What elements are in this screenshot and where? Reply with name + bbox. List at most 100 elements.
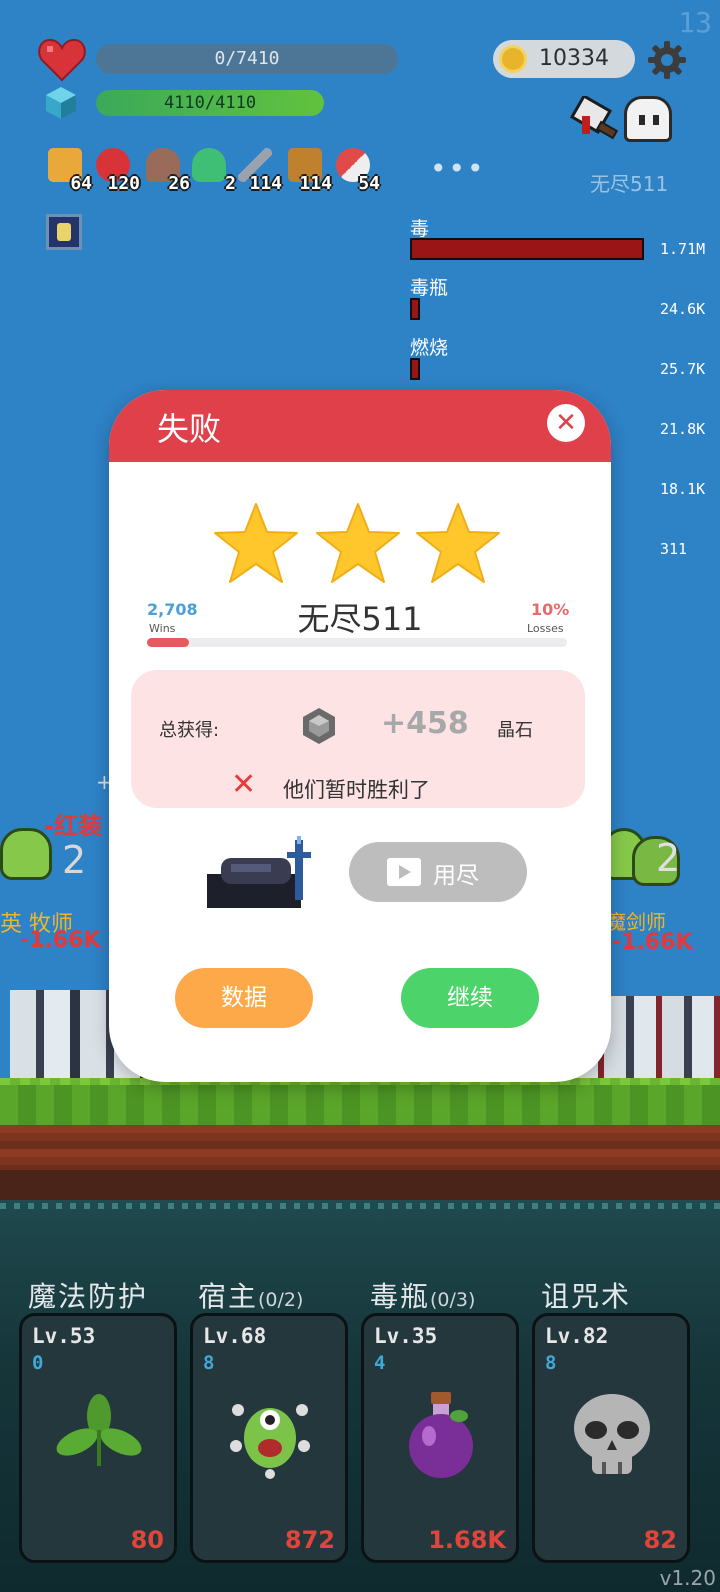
- floating-damage: -1.66K: [20, 928, 101, 953]
- version-label: v1.20: [659, 1566, 716, 1590]
- potion-flask-icon: [192, 148, 226, 182]
- skill-level: Lv.82: [545, 1324, 609, 1348]
- skill-cost: 1.68K: [428, 1526, 506, 1554]
- item-count: 64: [70, 173, 92, 194]
- damage-label: 毒: [410, 218, 430, 240]
- mana-crystal-icon: [46, 87, 76, 119]
- skill-card-curse[interactable]: Lv.82 8 82: [532, 1313, 690, 1563]
- continue-button[interactable]: 继续: [401, 968, 539, 1028]
- skill-name: 诅咒术: [541, 1280, 632, 1313]
- damage-value: 25.7K: [660, 360, 706, 378]
- skill-card-host[interactable]: Lv.68 8 872: [190, 1313, 348, 1563]
- damage-bar: [410, 298, 420, 320]
- item-count: 26: [168, 173, 190, 194]
- inventory-item[interactable]: 64: [46, 148, 92, 194]
- skill-cost: 872: [284, 1526, 335, 1554]
- item-count: 114: [249, 173, 282, 194]
- dialog-header: 失败 ✕: [109, 390, 611, 462]
- inventory-item[interactable]: 114: [236, 148, 282, 194]
- skill-cost: 82: [643, 1526, 677, 1554]
- damage-label: 燃烧: [410, 337, 449, 359]
- hp-text: 0/7410: [214, 48, 280, 69]
- skill-count: 8: [203, 1352, 215, 1374]
- floating-damage: -红装: [44, 812, 102, 840]
- defeat-dialog: 失败 ✕ 2,708 Wins 无尽511 10% Losses 总获得: +4…: [109, 390, 611, 1082]
- losses-label: Losses: [527, 622, 564, 635]
- hp-bar: 0/7410: [96, 44, 398, 74]
- damage-bar: [410, 238, 644, 260]
- skull-icon: [574, 1394, 650, 1474]
- reward-amount: +458: [381, 706, 469, 741]
- settings-gear-icon[interactable]: [647, 40, 687, 80]
- item-count: 120: [107, 173, 140, 194]
- leaf-sprout-icon: [56, 1394, 142, 1466]
- star-icon: [316, 503, 400, 583]
- water-edge: [0, 1203, 720, 1209]
- star-rating: [213, 502, 503, 584]
- stage-label: 无尽511: [590, 172, 669, 196]
- skill-cost: 80: [130, 1526, 164, 1554]
- skill-count: 4: [374, 1352, 386, 1374]
- item-count: 54: [358, 173, 380, 194]
- green-skull-icon: [0, 828, 52, 880]
- corner-counter: 13: [678, 6, 712, 39]
- win-loss-progress: [147, 638, 567, 647]
- skill-count: 8: [545, 1352, 557, 1374]
- inventory-item[interactable]: 54: [334, 148, 380, 194]
- damage-value: 21.8K: [660, 420, 706, 438]
- fail-x-icon: ✕: [231, 767, 257, 802]
- skill-card-poison-bottle[interactable]: Lv.35 4 1.68K: [361, 1313, 519, 1563]
- damage-value: 18.1K: [660, 480, 706, 498]
- mana-text: 4110/4110: [163, 93, 257, 113]
- close-button[interactable]: ✕: [547, 404, 585, 442]
- grass-ground: [0, 1085, 720, 1125]
- skill-level: Lv.35: [374, 1324, 438, 1348]
- star-icon: [214, 503, 298, 583]
- inventory-bar: 64 120 26 2 114 114 54: [46, 148, 386, 194]
- video-film-icon: [387, 858, 421, 886]
- crystal-gem-icon: [303, 708, 335, 744]
- inventory-item[interactable]: 114: [286, 148, 332, 194]
- mana-bar: 4110/4110: [96, 90, 324, 116]
- star-icon: [416, 503, 500, 583]
- shadow-beast-with-sword-icon: [207, 836, 311, 908]
- gold-amount: 10334: [539, 46, 609, 71]
- gold-coin-icon: [499, 45, 527, 73]
- gold-counter: 10334: [493, 40, 635, 78]
- damage-bar: [410, 358, 420, 380]
- losses-percent: 10%: [531, 600, 570, 619]
- damage-label: 毒瓶: [410, 277, 449, 299]
- skill-card-magic-shield[interactable]: Lv.53 0 80: [19, 1313, 177, 1563]
- enemy-count: 2: [656, 836, 681, 880]
- reward-panel: 总获得: +458 晶石 ✕ 他们暂时胜利了: [131, 670, 585, 808]
- dialog-title: 失败: [157, 410, 222, 448]
- item-count: 114: [299, 173, 332, 194]
- green-monster-icon: [230, 1404, 310, 1479]
- reward-unit: 晶石: [497, 720, 533, 741]
- enemy-count: 2: [62, 838, 87, 882]
- inventory-item[interactable]: 26: [144, 148, 190, 194]
- reward-label: 总获得:: [159, 720, 220, 741]
- skill-name: 魔法防护: [28, 1280, 149, 1313]
- floating-damage: -1.66K: [612, 930, 693, 955]
- heart-icon: [38, 38, 86, 82]
- dirt-dark-layer: [0, 1170, 720, 1200]
- skill-level: Lv.68: [203, 1324, 267, 1348]
- result-message: 他们暂时胜利了: [283, 778, 430, 802]
- skill-level: Lv.53: [32, 1324, 96, 1348]
- more-items-button[interactable]: •••: [430, 152, 486, 185]
- loss-progress-fill: [147, 638, 189, 647]
- damage-value: 1.71M: [660, 240, 706, 258]
- watch-video-button[interactable]: 用尽: [349, 842, 527, 902]
- skill-name: 毒瓶(0/3): [370, 1280, 476, 1313]
- active-buff-icon[interactable]: [46, 214, 82, 250]
- skill-name: 宿主(0/2): [198, 1280, 304, 1313]
- inventory-item[interactable]: 2: [190, 148, 236, 194]
- ghost-boss-icon: [624, 96, 672, 142]
- damage-value: 24.6K: [660, 300, 706, 318]
- item-count: 2: [225, 173, 236, 194]
- skill-count: 0: [32, 1352, 44, 1374]
- inventory-item[interactable]: 120: [94, 148, 140, 194]
- stats-button[interactable]: 数据: [175, 968, 313, 1028]
- cleaver-icon: [569, 96, 619, 140]
